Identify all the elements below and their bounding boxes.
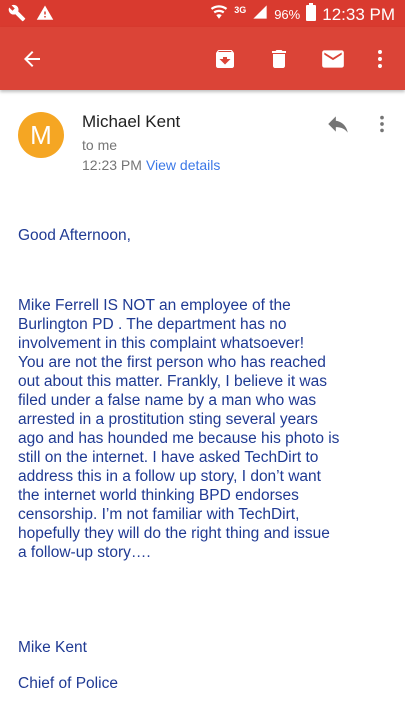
battery-percent: 96%: [274, 7, 301, 22]
signature-title: Chief of Police: [18, 675, 118, 692]
mark-unread-icon[interactable]: [313, 27, 353, 90]
wifi-icon: [210, 3, 228, 26]
app-bar: [0, 27, 405, 90]
view-details-link[interactable]: View details: [146, 157, 220, 173]
sent-time: 12:23 PM: [82, 157, 142, 173]
more-vert-icon[interactable]: [360, 27, 400, 90]
message-more-icon[interactable]: [368, 108, 396, 140]
sent-time-row: 12:23 PM View details: [82, 157, 220, 173]
email-greeting: Good Afternoon,: [18, 227, 131, 244]
recipient-label: to me: [82, 137, 118, 153]
sender-name: Michael Kent: [82, 112, 181, 131]
avatar[interactable]: M: [18, 112, 64, 158]
signature-name: Mike Kent: [18, 639, 87, 656]
status-bar: 3G 96% 12:33 PM: [0, 0, 405, 27]
clock: 12:33 PM: [322, 4, 395, 24]
reply-icon[interactable]: [322, 108, 354, 140]
warning-icon: [36, 4, 54, 27]
email-body: Mike Ferrell IS NOT an employee of the B…: [18, 297, 340, 561]
archive-icon[interactable]: [205, 27, 245, 90]
battery-icon: [306, 3, 317, 26]
back-arrow-icon[interactable]: [12, 27, 52, 90]
message-header: M Michael Kent to me 12:23 PM View detail…: [0, 90, 405, 190]
delete-icon[interactable]: [259, 27, 299, 90]
signal-icon: [252, 4, 268, 25]
network-type: 3G: [234, 4, 247, 15]
wrench-icon: [8, 4, 26, 27]
